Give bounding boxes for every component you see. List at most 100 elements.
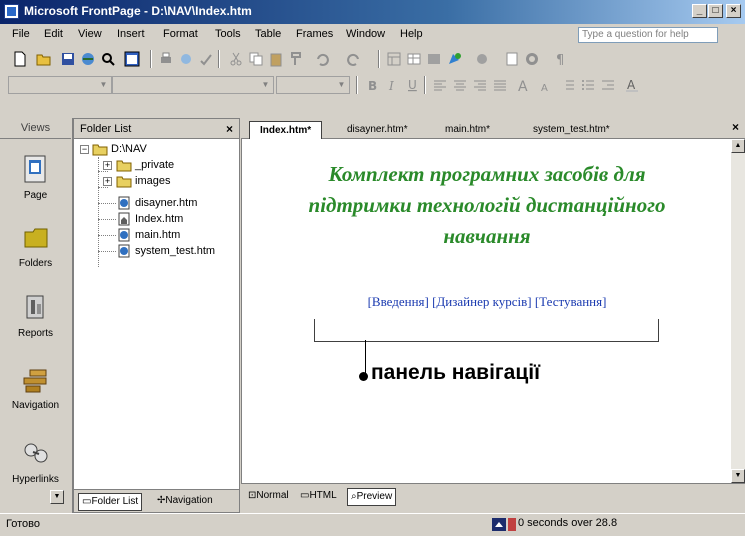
decrease-font-icon[interactable]: A xyxy=(536,77,552,93)
justify-icon[interactable] xyxy=(492,77,508,93)
tab-navigation[interactable]: ✢Navigation xyxy=(154,493,216,509)
menu-format[interactable]: Format xyxy=(163,28,198,40)
tree-root-label: D:\NAV xyxy=(111,143,147,155)
tab-folder-list[interactable]: ▭Folder List xyxy=(78,493,143,511)
paste-icon[interactable] xyxy=(268,51,284,67)
menu-table[interactable]: Table xyxy=(255,28,281,40)
insert-table-icon[interactable] xyxy=(406,51,422,67)
menu-insert[interactable]: Insert xyxy=(117,28,145,40)
stop-icon[interactable] xyxy=(524,51,540,67)
refresh-icon[interactable] xyxy=(504,51,520,67)
tab-index[interactable]: Index.htm* xyxy=(249,121,323,139)
cut-icon[interactable] xyxy=(228,51,244,67)
expand-private-toggle[interactable]: + xyxy=(103,161,112,170)
redo-icon[interactable] xyxy=(346,51,362,67)
spelling-icon[interactable] xyxy=(198,51,214,67)
tab-html[interactable]: ▭HTML xyxy=(297,488,340,504)
scroll-down-button[interactable]: ▼ xyxy=(731,469,745,483)
new-page-icon[interactable] xyxy=(12,51,28,67)
collapse-root-toggle[interactable]: − xyxy=(80,145,89,154)
tree-item-images[interactable]: images xyxy=(116,173,170,189)
font-size-select[interactable]: ▼ xyxy=(276,76,350,94)
save-icon[interactable] xyxy=(60,51,76,67)
view-reports-button[interactable]: Reports xyxy=(0,292,71,339)
menu-view[interactable]: View xyxy=(78,28,102,40)
format-painter-icon[interactable] xyxy=(288,51,304,67)
svg-text:B: B xyxy=(368,79,377,93)
menu-edit[interactable]: Edit xyxy=(44,28,63,40)
tree-item-main[interactable]: main.htm xyxy=(116,227,180,243)
ask-question-input[interactable]: Type a question for help xyxy=(578,27,718,43)
print-icon[interactable] xyxy=(158,51,174,67)
view-reports-label: Reports xyxy=(17,328,53,339)
align-right-icon[interactable] xyxy=(472,77,488,93)
minimize-button[interactable]: _ xyxy=(692,4,707,18)
show-all-icon[interactable]: ¶ xyxy=(552,51,568,67)
tree-root-folder[interactable]: D:\NAV xyxy=(92,141,147,157)
toggle-pane-icon[interactable] xyxy=(124,51,140,67)
folder-icon xyxy=(116,176,132,188)
tab-normal[interactable]: ⊡Normal xyxy=(245,488,292,504)
tab-disayner[interactable]: disayner.htm* xyxy=(337,121,418,138)
increase-font-icon[interactable]: A xyxy=(516,77,532,93)
menu-tools[interactable]: Tools xyxy=(215,28,241,40)
page-canvas[interactable]: Комплект програмних засобів для підтримк… xyxy=(241,139,732,483)
nav-link-intro[interactable]: [Введення] xyxy=(368,294,429,309)
callout-label: панель навігації xyxy=(371,361,540,384)
view-hyperlinks-button[interactable]: Hyperlinks xyxy=(0,438,71,485)
close-document-button[interactable]: × xyxy=(732,120,739,134)
insert-picture-icon[interactable] xyxy=(426,51,442,67)
title-bar: Microsoft FrontPage - D:\NAV\Index.htm _… xyxy=(0,0,745,24)
publish-icon[interactable] xyxy=(80,51,96,67)
tree-item-disayner[interactable]: disayner.htm xyxy=(116,195,197,211)
nav-link-designer[interactable]: [Дизайнер курсів] xyxy=(432,294,531,309)
nav-link-testing[interactable]: [Тестування] xyxy=(535,294,607,309)
view-folders-button[interactable]: Folders xyxy=(0,222,71,269)
indent-icon[interactable] xyxy=(600,77,616,93)
html-file-icon xyxy=(118,228,130,242)
undo-icon[interactable] xyxy=(314,51,330,67)
preview-in-browser-icon[interactable] xyxy=(178,51,194,67)
tab-preview[interactable]: ⌕Preview xyxy=(347,488,397,506)
numbered-list-icon[interactable] xyxy=(560,77,576,93)
tree-item-index[interactable]: Index.htm xyxy=(116,211,183,227)
view-page-button[interactable]: Page xyxy=(0,154,71,201)
scroll-up-button[interactable]: ▲ xyxy=(731,139,745,153)
maximize-button[interactable]: □ xyxy=(708,4,723,18)
tree-item-system-test[interactable]: system_test.htm xyxy=(116,243,215,259)
underline-icon[interactable]: U xyxy=(404,77,420,93)
expand-images-toggle[interactable]: + xyxy=(103,177,112,186)
font-select[interactable]: ▼ xyxy=(112,76,274,94)
tree-item-private[interactable]: _private xyxy=(116,157,174,173)
standard-toolbar: ¶ xyxy=(0,46,745,72)
italic-icon[interactable]: I xyxy=(384,77,400,93)
font-color-icon[interactable]: A xyxy=(624,77,640,93)
editor-vertical-scrollbar[interactable]: ▲ ▼ xyxy=(731,139,745,483)
callout-dot xyxy=(359,372,368,381)
style-select[interactable]: ▼ xyxy=(8,76,112,94)
view-navigation-button[interactable]: Navigation xyxy=(0,364,71,411)
web-component-icon[interactable] xyxy=(386,51,402,67)
align-left-icon[interactable] xyxy=(432,77,448,93)
close-folder-list-button[interactable]: × xyxy=(226,119,233,139)
tab-system-test[interactable]: system_test.htm* xyxy=(523,121,620,138)
copy-icon[interactable] xyxy=(248,51,264,67)
menu-help[interactable]: Help xyxy=(400,28,423,40)
align-center-icon[interactable] xyxy=(452,77,468,93)
bulleted-list-icon[interactable] xyxy=(580,77,596,93)
bold-icon[interactable]: B xyxy=(364,77,380,93)
drawing-icon[interactable] xyxy=(446,51,462,67)
status-text: Готово xyxy=(6,518,40,530)
menu-frames[interactable]: Frames xyxy=(296,28,333,40)
hyperlink-icon[interactable] xyxy=(474,51,490,67)
menu-window[interactable]: Window xyxy=(346,28,385,40)
views-scroll-down-button[interactable]: ▼ xyxy=(50,490,64,504)
tree-item-label: system_test.htm xyxy=(135,245,216,257)
open-icon[interactable] xyxy=(36,51,52,67)
reports-view-icon xyxy=(26,295,43,319)
close-window-button[interactable]: × xyxy=(726,4,741,18)
menu-file[interactable]: File xyxy=(12,28,30,40)
search-icon[interactable] xyxy=(100,51,116,67)
tab-html-label: HTML xyxy=(309,490,337,501)
tab-main[interactable]: main.htm* xyxy=(435,121,500,138)
